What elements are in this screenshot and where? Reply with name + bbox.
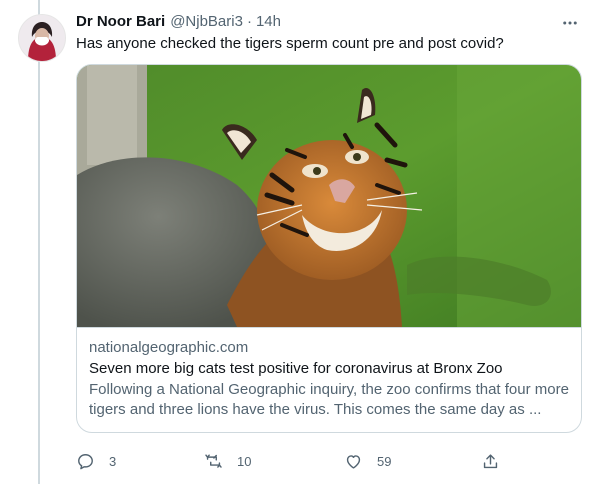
thread-line	[38, 0, 40, 484]
separator-dot: ·	[246, 13, 252, 30]
author-handle[interactable]: @NjbBari3	[170, 12, 243, 32]
tiger-photo	[77, 65, 581, 327]
reply-button[interactable]: 3	[76, 452, 116, 471]
link-card[interactable]: nationalgeographic.com Seven more big ca…	[76, 64, 582, 433]
retweet-count: 10	[237, 454, 252, 469]
tweet-time[interactable]: 14h	[256, 12, 281, 32]
tweet-header: Dr Noor Bari @NjbBari3 · 14h	[76, 12, 584, 32]
retweet-icon	[205, 454, 222, 468]
card-domain: nationalgeographic.com	[89, 339, 249, 356]
more-horizontal-icon	[563, 21, 577, 25]
avatar-image	[19, 15, 65, 61]
tweet: Dr Noor Bari @NjbBari3 · 14h Has anyone …	[76, 12, 584, 433]
like-button[interactable]: 59	[344, 452, 391, 471]
share-icon	[483, 454, 498, 469]
author-name[interactable]: Dr Noor Bari	[76, 12, 165, 32]
avatar[interactable]	[18, 14, 66, 62]
card-title: Seven more big cats test positive for co…	[89, 360, 503, 377]
share-button[interactable]	[481, 452, 500, 471]
more-options-button[interactable]	[558, 12, 582, 38]
retweet-button[interactable]: 10	[204, 452, 251, 471]
card-description: Following a National Geographic inquiry,…	[89, 381, 569, 418]
reply-icon	[78, 454, 93, 470]
like-count: 59	[377, 454, 392, 469]
card-body: nationalgeographic.com Seven more big ca…	[77, 327, 581, 432]
tweet-text: Has anyone checked the tigers sperm coun…	[76, 35, 504, 52]
heart-icon	[346, 455, 361, 469]
tweet-actions: 3 10 59	[76, 452, 506, 476]
reply-count: 3	[109, 454, 117, 469]
